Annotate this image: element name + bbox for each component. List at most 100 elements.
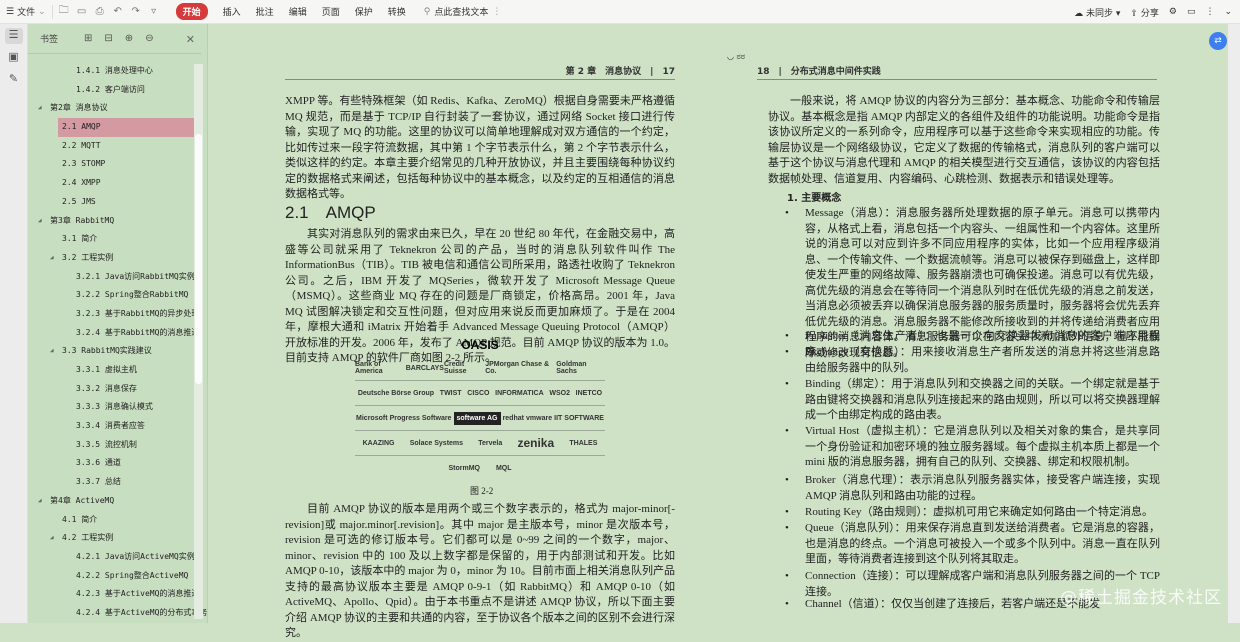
tab-4[interactable]: 页面 bbox=[322, 5, 340, 18]
logo-row: Deutsche Börse Group TWIST CISCO INFORMATIC… bbox=[355, 381, 605, 406]
concept-bullet: Binding（绑定）：用于消息队列和交换器之间的关联。一个绑定就是基于路由键将… bbox=[785, 377, 1160, 424]
toc-item[interactable]: 2.3 STOMP bbox=[34, 155, 194, 174]
image-panel-icon[interactable]: ▣ bbox=[5, 50, 23, 66]
close-icon[interactable]: ✕ bbox=[186, 33, 195, 46]
remove-bookmark-icon[interactable]: ⊖ bbox=[145, 33, 153, 44]
toc-item[interactable]: 4.2.2 Spring整合ActiveMQ bbox=[34, 567, 194, 586]
toc-item[interactable]: 3.3.7 总结 bbox=[34, 473, 194, 492]
add-bookmark-icon[interactable]: ⊕ bbox=[125, 33, 133, 44]
toc-item[interactable]: ◢ 3.2 工程实例 bbox=[34, 249, 194, 268]
save-icon[interactable]: ▭ bbox=[75, 6, 89, 17]
toc-item-label: 3.1 简介 bbox=[62, 234, 98, 244]
subsection-heading: 1. 主要概念 bbox=[787, 193, 842, 204]
sidebar-scrollbar[interactable] bbox=[194, 64, 203, 619]
left-icon-strip: ☰ ▣ ✎ bbox=[0, 24, 28, 623]
toc-item[interactable]: 2.1 AMQP bbox=[58, 118, 194, 137]
redo-icon[interactable]: ↷ bbox=[129, 6, 143, 17]
toc-item[interactable]: 1.4.1 消息处理中心 bbox=[34, 62, 194, 81]
tab-1[interactable]: 插入 bbox=[223, 5, 241, 18]
toc-item[interactable]: 3.3.2 消息保存 bbox=[34, 380, 194, 399]
toc-item-label: 4.2 工程实例 bbox=[62, 533, 114, 543]
more-icon[interactable]: ⋮ bbox=[1205, 7, 1214, 17]
figure-vendor-logos: OASIS Bank of America BARCLAYS Credit Suis… bbox=[345, 338, 615, 478]
toc-item[interactable]: 1.4.2 客户端访问 bbox=[34, 81, 194, 100]
vendor-logo: software AG bbox=[453, 411, 501, 425]
open-folder-icon[interactable]: 🗀 bbox=[57, 3, 71, 20]
toc-item[interactable]: 3.3.6 通道 bbox=[34, 454, 194, 473]
comment-icon[interactable]: ▭ bbox=[1187, 7, 1196, 17]
vendor-logo: Solace Systems bbox=[409, 439, 464, 447]
toc-item[interactable]: 3.3.1 虚拟主机 bbox=[34, 361, 194, 380]
toc-item[interactable]: 3.3.5 流控机制 bbox=[34, 436, 194, 455]
collapse-all-icon[interactable]: ⊟ bbox=[104, 33, 112, 44]
toc-item[interactable]: 3.2.3 基于RabbitMQ的异步处理 bbox=[34, 305, 199, 324]
tab-6[interactable]: 转换 bbox=[388, 5, 406, 18]
toc-item[interactable]: 3.2.1 Java访问RabbitMQ实例 bbox=[34, 268, 195, 287]
vendor-logo: THALES bbox=[569, 439, 598, 447]
toc-item[interactable]: 4.2.1 Java访问ActiveMQ实例 bbox=[34, 548, 195, 567]
settings-icon[interactable]: ⚙ bbox=[1169, 7, 1177, 17]
toc-item[interactable]: 2.4 XMPP bbox=[34, 174, 194, 193]
expand-all-icon[interactable]: ⊞ bbox=[84, 33, 92, 44]
bookmark-panel-icon[interactable]: ☰ bbox=[4, 28, 23, 44]
tab-2[interactable]: 批注 bbox=[256, 5, 274, 18]
search-box[interactable]: ⚲ 点此查找文本 ⋮ bbox=[423, 5, 502, 19]
collapse-icon[interactable]: ⌄ bbox=[1224, 7, 1232, 17]
concept-bullet: Queue（消息队列）：用来保存消息直到发送给消费者。它是消息的容器，也是消息的… bbox=[785, 521, 1160, 568]
toolbar: ☰ 文件 ⌄ 🗀 ▭ ⎙ ↶ ↷ ▿ 开始 插入 批注 编辑 页面 保护 转换 ⚲ 点此查找文本 ⋮… bbox=[0, 0, 1240, 24]
ink-doodle: ◡ ಠಠ bbox=[727, 52, 745, 61]
expand-triangle-icon[interactable]: ◢ bbox=[38, 492, 42, 511]
logo-row: StormMQ MQL bbox=[355, 456, 605, 481]
annotation-panel-icon[interactable]: ✎ bbox=[5, 72, 23, 88]
concept-bullet: Routing Key（路由规则）：虚拟机可用它来确定如何路由一个特定消息。 bbox=[785, 505, 1160, 521]
toc-item[interactable]: ◢ 第2章 消息协议 bbox=[34, 99, 194, 118]
toc-item[interactable]: 4.2.3 基于ActiveMQ的消息推送 bbox=[34, 585, 199, 604]
scroll-thumb[interactable] bbox=[195, 134, 202, 384]
expand-triangle-icon[interactable]: ◢ bbox=[50, 249, 54, 268]
undo-icon[interactable]: ↶ bbox=[111, 6, 125, 17]
vendor-logo: TWIST bbox=[439, 389, 462, 397]
floating-translate-button[interactable]: ⇄ bbox=[1209, 32, 1227, 50]
toc-item[interactable]: 4.2.4 基于ActiveMQ的分布式事务 bbox=[34, 604, 207, 623]
toc-item[interactable]: 3.1 简介 bbox=[34, 230, 194, 249]
toc-item[interactable]: 2.2 MQTT bbox=[34, 137, 194, 156]
page-scrollbar[interactable] bbox=[1228, 24, 1240, 623]
toc-item[interactable]: ◢ 4.2 工程实例 bbox=[34, 529, 194, 548]
toc-item-label: 第3章 RabbitMQ bbox=[50, 215, 115, 225]
toc-item[interactable]: 2.5 JMS bbox=[34, 193, 194, 212]
toc-item[interactable]: 3.3.4 消费者应答 bbox=[34, 417, 194, 436]
toc-item-label: 3.3.2 消息保存 bbox=[76, 383, 137, 393]
search-icon: ⚲ bbox=[423, 6, 431, 17]
toc-item[interactable]: ◢ 第3章 RabbitMQ bbox=[34, 212, 194, 231]
page-header-right: 18 | 分布式消息中间件实践 bbox=[757, 64, 1157, 80]
expand-triangle-icon[interactable]: ◢ bbox=[38, 212, 42, 231]
tab-3[interactable]: 编辑 bbox=[289, 5, 307, 18]
toc-item-label: 4.2.4 基于ActiveMQ的分布式事务 bbox=[76, 607, 208, 617]
toc-item[interactable]: 3.3.3 消息确认模式 bbox=[34, 398, 194, 417]
share-icon: ⇪ bbox=[1130, 8, 1138, 19]
toc-item[interactable]: ◢ 3.3 RabbitMQ实践建议 bbox=[34, 342, 194, 361]
toc-item[interactable]: 3.2.2 Spring整合RabbitMQ bbox=[34, 286, 194, 305]
expand-triangle-icon[interactable]: ◢ bbox=[38, 99, 42, 118]
expand-triangle-icon[interactable]: ◢ bbox=[50, 342, 54, 361]
vendor-logo: MQL bbox=[495, 465, 512, 472]
file-menu[interactable]: ☰ 文件 ⌄ bbox=[6, 5, 46, 19]
expand-triangle-icon[interactable]: ◢ bbox=[50, 529, 54, 548]
dropdown-icon[interactable]: ▿ bbox=[147, 6, 161, 17]
toc-item[interactable]: ◢ 第4章 ActiveMQ bbox=[34, 492, 194, 511]
sync-button[interactable]: ☁ 未同步 ▾ bbox=[1074, 6, 1120, 19]
toc-item-label: 2.1 AMQP bbox=[62, 122, 101, 132]
toc-item-label: 3.3.3 消息确认模式 bbox=[76, 402, 153, 412]
vendor-logo: Goldman Sachs bbox=[556, 361, 587, 375]
divider bbox=[51, 4, 53, 19]
share-button[interactable]: ⇪ 分享 bbox=[1130, 6, 1158, 19]
toc-item[interactable]: 4.1 简介 bbox=[34, 511, 194, 530]
tab-5[interactable]: 保护 bbox=[355, 5, 373, 18]
concept-bullet: Broker（消息代理）：表示消息队列服务器实体，接受客户端连接，实现 AMQP… bbox=[785, 473, 1160, 504]
toc-item[interactable]: 3.2.4 基于RabbitMQ的消息推送 bbox=[34, 324, 199, 343]
tab-0[interactable]: 开始 bbox=[175, 3, 208, 20]
toc-item-label: 4.2.2 Spring整合ActiveMQ bbox=[76, 570, 189, 580]
print-icon[interactable]: ⎙ bbox=[93, 6, 107, 17]
toc-item-label: 第4章 ActiveMQ bbox=[50, 495, 115, 505]
toc-item-label: 2.5 JMS bbox=[62, 196, 96, 206]
